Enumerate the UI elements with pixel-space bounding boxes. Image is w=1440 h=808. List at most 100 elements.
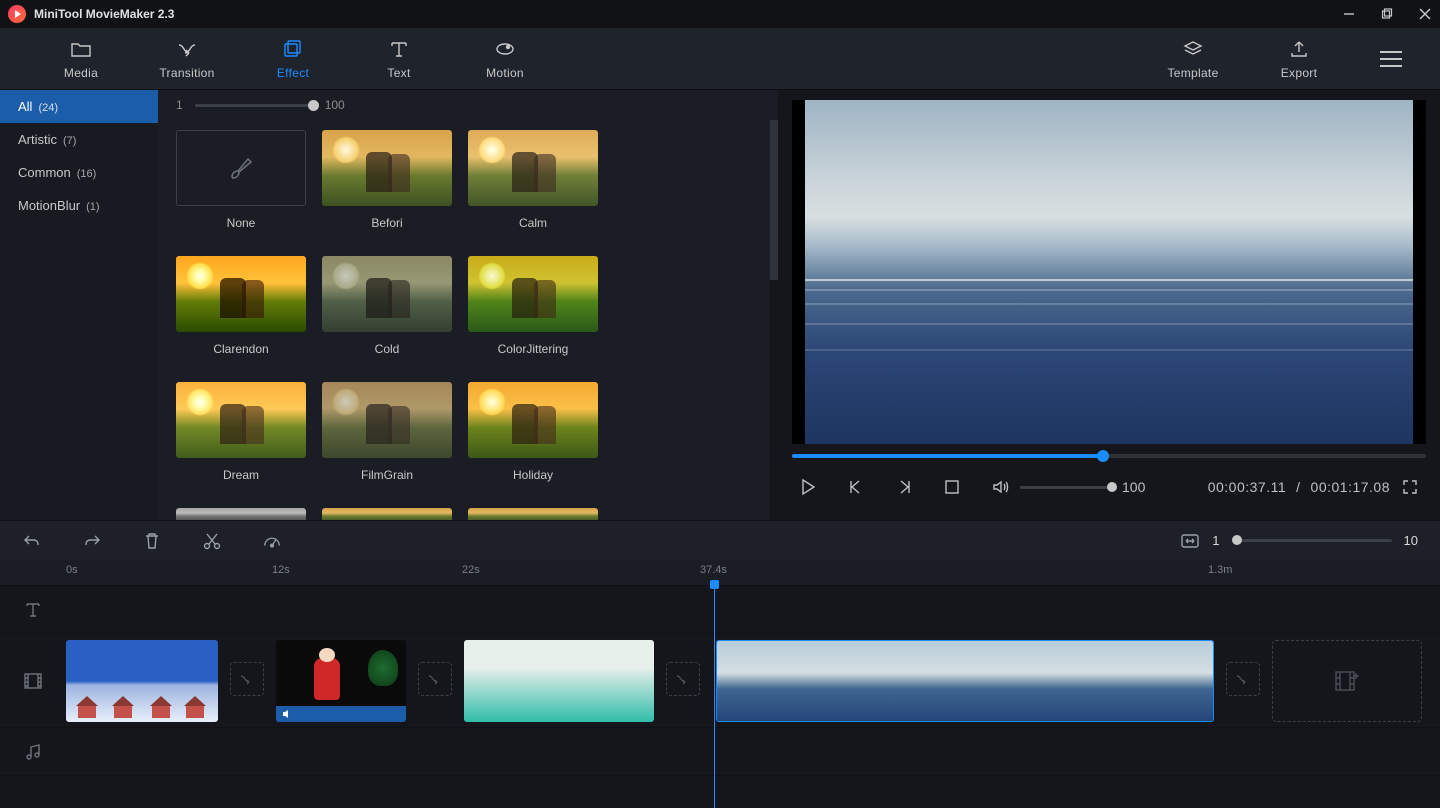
sidebar-item-all[interactable]: All (24)	[0, 90, 158, 123]
ruler-tick: 12s	[272, 564, 290, 576]
tab-motion[interactable]: Motion	[452, 38, 558, 80]
timeline-clip[interactable]	[276, 640, 406, 722]
time-separator: /	[1296, 479, 1300, 495]
effect-thumb	[468, 508, 598, 520]
audio-track-icon	[0, 743, 66, 761]
delete-button[interactable]	[142, 531, 162, 551]
sidebar-item-artistic[interactable]: Artistic (7)	[0, 123, 158, 156]
transition-icon	[176, 38, 198, 60]
audio-track-body[interactable]	[66, 728, 1440, 775]
effect-label: Calm	[519, 216, 547, 230]
effect-label: Holiday	[513, 468, 553, 482]
effect-item-partial[interactable]	[468, 508, 598, 520]
effect-thumb	[468, 130, 598, 206]
effect-item-colorjittering[interactable]: ColorJittering	[468, 256, 598, 356]
effect-item-none[interactable]: None	[176, 130, 306, 230]
template-button[interactable]: Template	[1140, 38, 1246, 80]
timeline-clip-selected[interactable]	[716, 640, 1214, 722]
clip-placeholder[interactable]	[1272, 640, 1422, 722]
maximize-button[interactable]	[1380, 7, 1394, 21]
text-track-icon	[0, 601, 66, 619]
add-media-icon	[1333, 667, 1361, 695]
effect-thumb	[322, 130, 452, 206]
seek-knob[interactable]	[1097, 450, 1109, 462]
opacity-slider-knob[interactable]	[308, 100, 319, 111]
timeline-clip[interactable]	[464, 640, 654, 722]
effect-item-partial[interactable]	[322, 508, 452, 520]
preview-controls: 100 00:00:37.11/00:01:17.08	[792, 464, 1426, 510]
effect-item-filmgrain[interactable]: FilmGrain	[322, 382, 452, 482]
transition-slot[interactable]	[1226, 662, 1260, 696]
play-button[interactable]	[798, 477, 818, 497]
opacity-min-label: 1	[176, 98, 183, 112]
preview-canvas[interactable]	[792, 100, 1426, 444]
menu-button[interactable]	[1370, 51, 1412, 67]
fullscreen-button[interactable]	[1400, 477, 1420, 497]
tab-effect[interactable]: Effect	[240, 38, 346, 80]
transition-slot[interactable]	[230, 662, 264, 696]
tab-label: Text	[387, 66, 410, 80]
split-button[interactable]	[202, 531, 222, 551]
volume-knob[interactable]	[1107, 482, 1117, 492]
volume-icon[interactable]	[990, 477, 1010, 497]
effect-thumb	[322, 256, 452, 332]
close-button[interactable]	[1418, 7, 1432, 21]
effect-label: Befori	[371, 216, 402, 230]
stop-button[interactable]	[942, 477, 962, 497]
app-logo-icon	[8, 5, 26, 23]
text-track-body[interactable]	[66, 586, 1440, 633]
tab-text[interactable]: Text	[346, 38, 452, 80]
minimize-button[interactable]	[1342, 7, 1356, 21]
preview-seek-bar[interactable]	[792, 448, 1426, 464]
redo-button[interactable]	[82, 531, 102, 551]
export-button[interactable]: Export	[1246, 38, 1352, 80]
tab-transition[interactable]: Transition	[134, 38, 240, 80]
video-track-icon	[0, 672, 66, 690]
export-icon	[1288, 38, 1310, 60]
undo-button[interactable]	[22, 531, 42, 551]
effect-icon	[282, 38, 304, 60]
transition-slot[interactable]	[418, 662, 452, 696]
effect-thumb	[322, 382, 452, 458]
effect-item-clarendon[interactable]: Clarendon	[176, 256, 306, 356]
sidebar-item-motionblur[interactable]: MotionBlur (1)	[0, 189, 158, 222]
ruler-tick: 37.4s	[700, 564, 727, 576]
effect-item-calm[interactable]: Calm	[468, 130, 598, 230]
sidebar-item-label: MotionBlur	[18, 198, 80, 213]
scrollbar-thumb[interactable]	[770, 120, 778, 280]
effect-label: Dream	[223, 468, 259, 482]
frame-forward-button[interactable]	[894, 477, 914, 497]
effect-item-cold[interactable]: Cold	[322, 256, 452, 356]
opacity-max-label: 100	[325, 98, 345, 112]
effect-item-dream[interactable]: Dream	[176, 382, 306, 482]
clip-audio-bar	[276, 706, 406, 722]
tab-media[interactable]: Media	[28, 38, 134, 80]
timeline-clip[interactable]	[66, 640, 218, 722]
speed-button[interactable]	[262, 531, 282, 551]
effect-thumb	[176, 130, 306, 206]
effect-item-holiday[interactable]: Holiday	[468, 382, 598, 482]
volume-slider[interactable]	[1020, 486, 1112, 489]
zoom-slider[interactable]	[1232, 539, 1392, 542]
tab-label: Transition	[159, 66, 214, 80]
sidebar-item-common[interactable]: Common (16)	[0, 156, 158, 189]
timeline-tracks	[0, 586, 1440, 808]
template-icon	[1182, 38, 1204, 60]
video-track-body[interactable]	[66, 634, 1440, 727]
frame-back-button[interactable]	[846, 477, 866, 497]
effect-item-partial[interactable]	[176, 508, 306, 520]
transition-slot[interactable]	[666, 662, 700, 696]
button-label: Export	[1281, 66, 1317, 80]
opacity-slider[interactable]	[195, 104, 313, 107]
audio-track	[0, 728, 1440, 776]
effect-category-sidebar: All (24) Artistic (7) Common (16) Motion…	[0, 90, 158, 520]
gallery-scrollbar[interactable]	[770, 120, 778, 520]
timeline-ruler[interactable]: 0s 12s 22s 37.4s 1.3m	[0, 560, 1440, 586]
effect-label: ColorJittering	[498, 342, 569, 356]
effect-item-befori[interactable]: Befori	[322, 130, 452, 230]
fit-button[interactable]	[1180, 531, 1200, 551]
effect-thumb	[176, 508, 306, 520]
zoom-knob[interactable]	[1232, 535, 1242, 545]
preview-frame	[805, 100, 1413, 444]
effect-label: None	[227, 216, 256, 230]
